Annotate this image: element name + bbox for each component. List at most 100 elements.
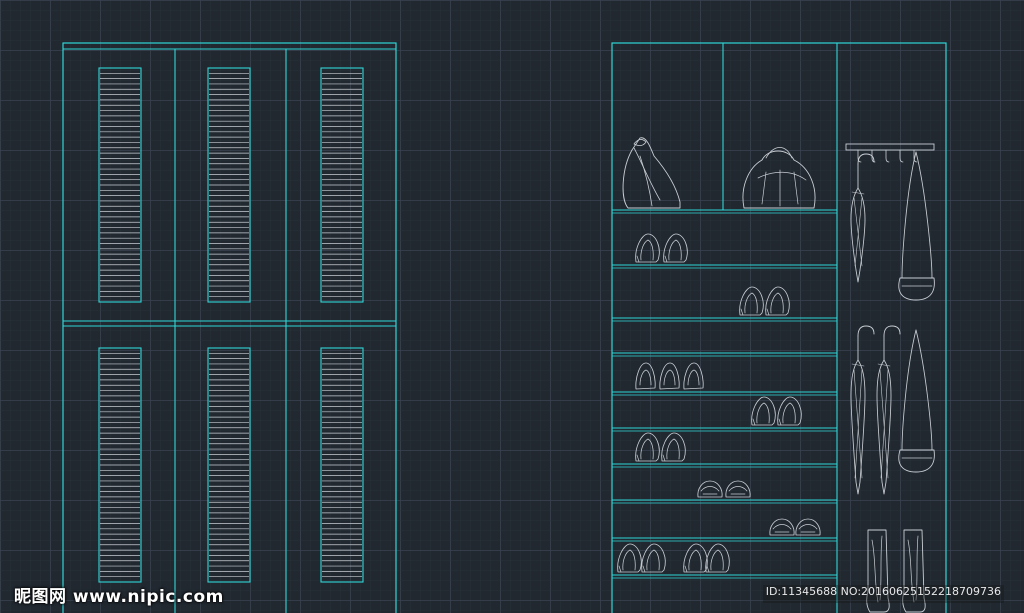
shoe-opening xyxy=(622,549,636,571)
handbag-body xyxy=(898,449,935,473)
high-heel-shoe xyxy=(705,543,730,573)
shoe-outline xyxy=(617,543,642,573)
umbrella-handle xyxy=(883,325,901,337)
slipper xyxy=(795,518,821,536)
shoe-opening xyxy=(640,438,654,460)
shoe-outline xyxy=(739,286,764,316)
handbag xyxy=(898,151,935,301)
shoe-outline xyxy=(777,396,802,426)
shoe-outline xyxy=(659,362,680,390)
slipper xyxy=(725,480,751,498)
handbag-strap xyxy=(901,329,917,451)
shoe-outline xyxy=(683,543,708,573)
bag-seam xyxy=(761,171,767,205)
wardrobe-frame xyxy=(62,42,397,613)
high-heel-shoe xyxy=(663,233,688,263)
shoe-opening xyxy=(663,369,676,386)
handbag-strap xyxy=(901,151,917,279)
site-watermark: 昵图网 www.nipic.com xyxy=(14,587,224,607)
image-id-watermark: ID:11345688 NO:20160625152218709736 xyxy=(762,585,1004,603)
umbrella-tie xyxy=(877,363,891,367)
slipper-strap xyxy=(798,524,818,530)
louver-panel xyxy=(207,67,251,303)
louver-panel xyxy=(98,67,142,303)
shoe xyxy=(635,362,656,390)
shoe-heel xyxy=(636,255,640,263)
shoe-outline xyxy=(705,543,730,573)
shoe-opening xyxy=(770,292,784,314)
bag-seam xyxy=(793,171,799,205)
shoe-cabinet-interior-elevation xyxy=(611,42,947,613)
slipper-outline xyxy=(725,480,751,498)
shoe-cabinet-frame xyxy=(611,42,947,613)
shoe-opening xyxy=(782,402,796,424)
shoe-opening xyxy=(646,549,660,571)
louver-panel xyxy=(98,347,142,583)
handbag-strap xyxy=(915,329,933,451)
high-heel-shoe xyxy=(635,432,660,462)
handbag-strap xyxy=(915,151,933,279)
high-heel-shoe xyxy=(683,543,708,573)
shoe-opening xyxy=(639,369,652,386)
shoe-opening xyxy=(688,549,702,571)
shoe-heel xyxy=(664,255,668,263)
wardrobe-outline xyxy=(62,42,397,613)
bag xyxy=(742,147,816,209)
high-heel-shoe xyxy=(765,286,790,316)
shoe-outline xyxy=(635,432,660,462)
slipper-outline xyxy=(697,480,723,498)
shoe-heel xyxy=(636,454,640,462)
bag-handle xyxy=(765,147,793,159)
shoe-outline xyxy=(635,362,656,390)
high-heel-shoe xyxy=(617,543,642,573)
louvered-wardrobe-elevation xyxy=(62,42,397,613)
bag-fold xyxy=(633,147,661,201)
hook xyxy=(885,149,890,163)
shoe-outline xyxy=(663,233,688,263)
shoe-opening xyxy=(756,402,770,424)
shoe-heel xyxy=(706,565,710,573)
coat-hook-rail xyxy=(845,143,935,163)
shoe-opening xyxy=(668,239,682,261)
louver-panels xyxy=(98,67,364,583)
bag-outline xyxy=(742,150,816,209)
bag xyxy=(622,137,681,209)
grid xyxy=(0,0,1024,613)
shoe-heel xyxy=(752,418,756,426)
shoe-heel xyxy=(766,308,770,316)
louver-panel xyxy=(320,347,364,583)
shoe-heel xyxy=(662,454,666,462)
shoe-heel xyxy=(684,565,688,573)
shoe-opening xyxy=(640,239,654,261)
shoe-cabinet-outline xyxy=(611,42,947,613)
high-heel-shoe xyxy=(777,396,802,426)
shoe-opening xyxy=(687,369,700,386)
high-heel-shoe xyxy=(739,286,764,316)
shoe-opening xyxy=(666,438,680,460)
hook-rail-bar xyxy=(845,143,935,151)
louver-panel xyxy=(320,67,364,303)
shoe xyxy=(659,362,680,390)
slipper xyxy=(697,480,723,498)
shoe-heel xyxy=(642,565,646,573)
high-heel-shoe xyxy=(661,432,686,462)
umbrella-tie xyxy=(851,363,865,367)
shoe-outline xyxy=(765,286,790,316)
handbag-body xyxy=(898,277,935,301)
cad-drawing-canvas xyxy=(0,0,1024,613)
high-heel-shoe xyxy=(641,543,666,573)
umbrella-tie xyxy=(851,191,865,195)
shoe-outline xyxy=(641,543,666,573)
shoe-outline xyxy=(635,233,660,263)
bag-outline xyxy=(622,137,681,209)
slipper-strap xyxy=(772,524,792,530)
high-heel-shoe xyxy=(751,396,776,426)
shoe-outline xyxy=(751,396,776,426)
shoe-opening xyxy=(710,549,724,571)
shoe-heel xyxy=(740,308,744,316)
slipper-outline xyxy=(795,518,821,536)
louver-panel xyxy=(207,347,251,583)
shoe-opening xyxy=(744,292,758,314)
high-heel-shoe xyxy=(635,233,660,263)
shoe-outline xyxy=(661,432,686,462)
